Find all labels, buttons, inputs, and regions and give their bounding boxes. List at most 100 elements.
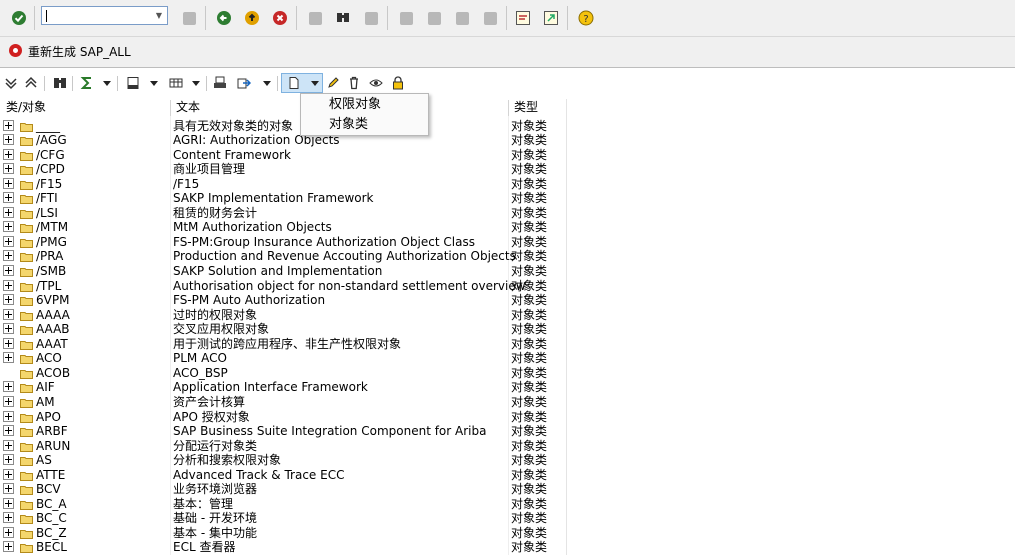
tree-row[interactable]: ACOB ACO_BSP 对象类 xyxy=(0,366,570,381)
expand-all-icon[interactable] xyxy=(2,74,20,92)
column-header-text[interactable]: 文本 xyxy=(176,99,200,116)
back-icon[interactable] xyxy=(214,8,234,28)
exit-icon[interactable] xyxy=(242,8,262,28)
delete-icon[interactable] xyxy=(345,74,363,92)
expand-node-icon[interactable] xyxy=(3,148,14,160)
tree-row[interactable]: ARBF SAP Business Suite Integration Compo… xyxy=(0,424,570,439)
tree-row[interactable]: ATTE Advanced Track & Trace ECC 对象类 xyxy=(0,468,570,483)
object-class-name[interactable]: BC_C xyxy=(36,511,67,525)
expand-node-icon[interactable] xyxy=(3,192,14,204)
tree-row[interactable]: BCV 业务环境浏览器 对象类 xyxy=(0,482,570,497)
object-class-name[interactable]: ACO xyxy=(36,351,62,365)
object-class-name[interactable]: /F15 xyxy=(36,177,62,191)
find-next-icon[interactable] xyxy=(361,8,381,28)
expand-node-icon[interactable] xyxy=(3,541,14,553)
object-class-name[interactable]: /MTM xyxy=(36,220,68,234)
tree-row[interactable]: /FTI SAKP Implementation Framework 对象类 xyxy=(0,191,570,206)
edit-icon[interactable] xyxy=(324,74,342,92)
save-icon[interactable] xyxy=(179,8,199,28)
tree-row[interactable]: ____ 具有无效对象类的对象 对象类 xyxy=(0,119,570,134)
shortcut-icon[interactable] xyxy=(541,8,561,28)
object-class-name[interactable]: /PRA xyxy=(36,249,63,263)
object-class-name[interactable]: AIF xyxy=(36,380,55,394)
expand-node-icon[interactable] xyxy=(3,454,14,466)
tree-row[interactable]: 6VPM FS-PM Auto Authorization 对象类 xyxy=(0,293,570,308)
object-class-name[interactable]: ATTE xyxy=(36,468,65,482)
print-preview-icon[interactable] xyxy=(211,74,229,92)
expand-node-icon[interactable] xyxy=(3,395,14,407)
lock-icon[interactable] xyxy=(389,74,407,92)
expand-node-icon[interactable] xyxy=(3,265,14,276)
object-class-name[interactable]: /CFG xyxy=(36,148,65,162)
object-class-name[interactable]: BECL xyxy=(36,540,67,554)
expand-node-icon[interactable] xyxy=(3,279,14,291)
tree-row[interactable]: AS 分析和搜索权限对象 对象类 xyxy=(0,453,570,468)
object-class-name[interactable]: 6VPM xyxy=(36,293,69,307)
object-class-name[interactable]: AM xyxy=(36,395,55,409)
last-page-icon[interactable] xyxy=(480,8,500,28)
tree-row[interactable]: /AGG AGRI: Authorization Objects 对象类 xyxy=(0,133,570,148)
tree-row[interactable]: APO APO 授权对象 对象类 xyxy=(0,410,570,425)
tree-row[interactable]: AAAA 过时的权限对象 对象类 xyxy=(0,308,570,323)
export-icon[interactable] xyxy=(235,74,253,92)
expand-node-icon[interactable] xyxy=(3,134,14,146)
expand-node-icon[interactable] xyxy=(3,512,14,524)
expand-node-icon[interactable] xyxy=(3,235,14,247)
print-icon[interactable] xyxy=(305,8,325,28)
tree-row[interactable]: /PMG FS-PM:Group Insurance Authorization … xyxy=(0,235,570,250)
expand-node-icon[interactable] xyxy=(3,468,14,480)
expand-node-icon[interactable] xyxy=(3,323,14,335)
object-class-name[interactable]: AAAA xyxy=(36,308,70,322)
menu-item-authorization-object[interactable]: 权限对象 xyxy=(329,95,381,114)
object-class-name[interactable]: BC_A xyxy=(36,497,67,511)
expand-node-icon[interactable] xyxy=(3,294,14,306)
display-icon[interactable] xyxy=(367,74,385,92)
expand-node-icon[interactable] xyxy=(3,497,14,509)
tree-row[interactable]: BC_C 基础 - 开发环境 对象类 xyxy=(0,511,570,526)
chevron-down-icon[interactable]: ▼ xyxy=(153,9,165,22)
expand-node-icon[interactable] xyxy=(3,250,14,262)
tree-row[interactable]: /MTM MtM Authorization Objects 对象类 xyxy=(0,220,570,235)
chevron-down-icon[interactable] xyxy=(311,81,319,86)
collapse-all-icon[interactable] xyxy=(22,74,40,92)
tree-row[interactable]: /LSI 租赁的财务会计 对象类 xyxy=(0,206,570,221)
object-class-name[interactable]: /TPL xyxy=(36,279,61,293)
menu-item-object-class[interactable]: 对象类 xyxy=(329,115,368,134)
sum-icon[interactable] xyxy=(78,74,96,92)
object-class-name[interactable]: /SMB xyxy=(36,264,66,278)
object-class-name[interactable]: /LSI xyxy=(36,206,58,220)
expand-node-icon[interactable] xyxy=(3,483,14,495)
first-page-icon[interactable] xyxy=(396,8,416,28)
column-header-type[interactable]: 类型 xyxy=(514,99,538,116)
tree-row[interactable]: AM 资产会计核算 对象类 xyxy=(0,395,570,410)
command-field[interactable]: ▼ xyxy=(41,6,168,25)
object-class-name[interactable]: BC_Z xyxy=(36,526,67,540)
tree-row[interactable]: ACO PLM ACO 对象类 xyxy=(0,351,570,366)
expand-node-icon[interactable] xyxy=(3,352,14,364)
tree-row[interactable]: ARUN 分配运行对象类 对象类 xyxy=(0,439,570,454)
tree-row[interactable]: AAAT 用于测试的跨应用程序、非生产性权限对象 对象类 xyxy=(0,337,570,352)
tree-row[interactable]: AIF Application Interface Framework 对象类 xyxy=(0,380,570,395)
expand-node-icon[interactable] xyxy=(3,163,14,175)
expand-node-icon[interactable] xyxy=(3,425,14,437)
object-class-name[interactable]: ____ xyxy=(36,119,60,133)
object-class-name[interactable]: AAAT xyxy=(36,337,68,351)
object-class-name[interactable]: ARUN xyxy=(36,439,70,453)
expand-node-icon[interactable] xyxy=(3,381,14,393)
object-class-name[interactable]: /FTI xyxy=(36,191,58,205)
column-header-object[interactable]: 类/对象 xyxy=(6,99,46,116)
layout-icon[interactable] xyxy=(167,74,185,92)
chevron-down-icon[interactable] xyxy=(192,81,200,86)
tree-row[interactable]: AAAB 交叉应用权限对象 对象类 xyxy=(0,322,570,337)
tree-row[interactable]: /PRA Production and Revenue Accouting Aut… xyxy=(0,249,570,264)
expand-node-icon[interactable] xyxy=(3,337,14,349)
chevron-down-icon[interactable] xyxy=(263,81,271,86)
tree-row[interactable]: BC_Z 基本 - 集中功能 对象类 xyxy=(0,526,570,541)
tree-row[interactable]: /TPL Authorisation object for non-standar… xyxy=(0,279,570,294)
chevron-down-icon[interactable] xyxy=(103,81,111,86)
object-class-name[interactable]: APO xyxy=(36,410,61,424)
tree-row[interactable]: BECL ECL 查看器 对象类 xyxy=(0,540,570,555)
expand-node-icon[interactable] xyxy=(3,119,14,131)
help-icon[interactable]: ? xyxy=(576,8,596,28)
object-class-name[interactable]: /AGG xyxy=(36,133,67,147)
